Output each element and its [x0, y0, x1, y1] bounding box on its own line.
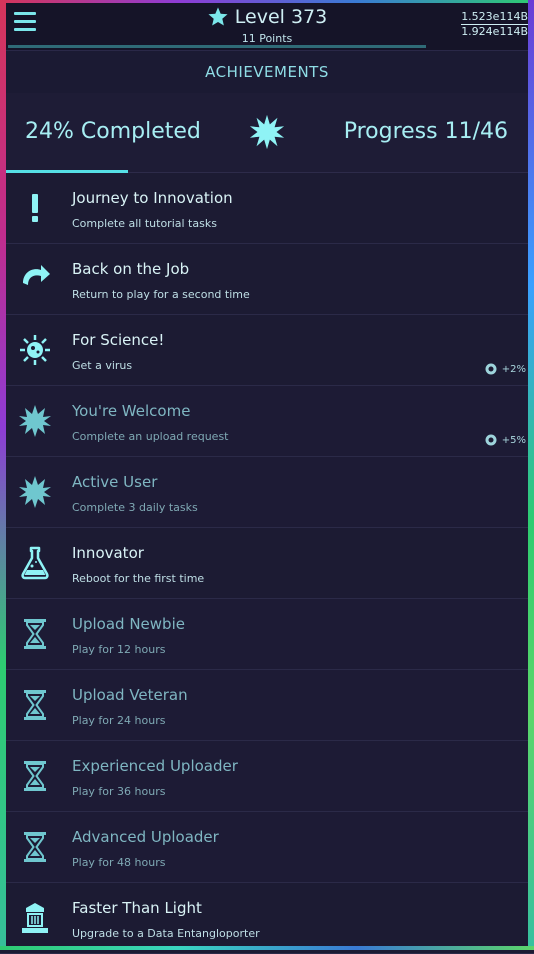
achievement-row[interactable]: Innovator Reboot for the first time [0, 528, 534, 599]
coin-icon [485, 434, 497, 446]
achievement-list[interactable]: Journey to Innovation Complete all tutori… [0, 173, 534, 954]
reward-value: +5% [501, 434, 526, 446]
achievement-description: Upgrade to a Data Entangloporter [72, 927, 260, 940]
progress-label: Progress 11/46 [343, 119, 508, 144]
achievement-title: Upload Newbie [72, 615, 185, 633]
burst-icon [249, 114, 285, 150]
achievement-title: Upload Veteran [72, 686, 188, 704]
achievement-summary: 24% Completed Progress 11/46 [0, 93, 534, 173]
achievement-title: Advanced Uploader [72, 828, 219, 846]
achievement-title: Journey to Innovation [72, 189, 233, 207]
exclamation-icon [17, 190, 53, 226]
achievement-title: For Science! [72, 331, 165, 349]
hourglass-icon [17, 616, 53, 652]
achievement-row[interactable]: Upload Newbie Play for 12 hours [0, 599, 534, 670]
currency-display: 1.523e114B 1.924e114B [461, 10, 528, 38]
achievement-description: Reboot for the first time [72, 572, 205, 585]
level-display: Level 373 11 Points [0, 6, 534, 45]
virus-icon [17, 332, 53, 368]
reward-badge: +5% [485, 434, 526, 446]
star-icon [208, 7, 228, 26]
achievement-description: Return to play for a second time [72, 288, 250, 301]
points-label: 11 Points [241, 32, 293, 45]
achievement-title: Innovator [72, 544, 144, 562]
hourglass-icon [17, 829, 53, 865]
achievement-row[interactable]: Faster Than Light Upgrade to a Data Entan… [0, 883, 534, 954]
achievement-description: Complete an upload request [72, 430, 229, 443]
xp-bar [8, 45, 426, 48]
achievement-row[interactable]: Upload Veteran Play for 24 hours [0, 670, 534, 741]
coin-icon [485, 363, 497, 375]
completed-label: 24% Completed [25, 119, 201, 144]
burst-icon [17, 403, 53, 439]
achievement-row[interactable]: Experienced Uploader Play for 36 hours [0, 741, 534, 812]
achievement-description: Play for 36 hours [72, 785, 166, 798]
hourglass-icon [17, 687, 53, 723]
achievement-row[interactable]: Back on the Job Return to play for a seco… [0, 244, 534, 315]
level-label: Level 373 [234, 6, 328, 28]
achievement-description: Get a virus [72, 359, 133, 372]
achievement-title: Back on the Job [72, 260, 190, 278]
return-arrow-icon [17, 261, 53, 297]
top-bar: Level 373 11 Points 1.523e114B 1.924e114… [0, 0, 534, 50]
reward-value: +2% [501, 363, 526, 375]
achievement-row[interactable]: For Science! Get a virus +2% [0, 315, 534, 386]
achievement-title: Active User [72, 473, 158, 491]
achievement-description: Play for 48 hours [72, 856, 166, 869]
currency-top: 1.523e114B [461, 10, 528, 25]
achievement-description: Play for 24 hours [72, 714, 166, 727]
reward-badge: +2% [485, 363, 526, 375]
section-title: ACHIEVEMENTS [0, 50, 534, 94]
hourglass-icon [17, 758, 53, 794]
achievement-row[interactable]: Journey to Innovation Complete all tutori… [0, 173, 534, 244]
achievement-description: Complete 3 daily tasks [72, 501, 198, 514]
flask-icon [17, 545, 53, 581]
achievement-description: Play for 12 hours [72, 643, 166, 656]
achievement-title: Faster Than Light [72, 899, 202, 917]
achievement-title: Experienced Uploader [72, 757, 238, 775]
achievement-title: You're Welcome [72, 402, 191, 420]
achievement-row[interactable]: Advanced Uploader Play for 48 hours [0, 812, 534, 883]
achievement-row[interactable]: You're Welcome Complete an upload request… [0, 386, 534, 457]
teleporter-icon [17, 900, 53, 936]
achievement-row[interactable]: Active User Complete 3 daily tasks [0, 457, 534, 528]
burst-icon [17, 474, 53, 510]
currency-bottom: 1.924e114B [461, 25, 528, 38]
achievement-description: Complete all tutorial tasks [72, 217, 217, 230]
